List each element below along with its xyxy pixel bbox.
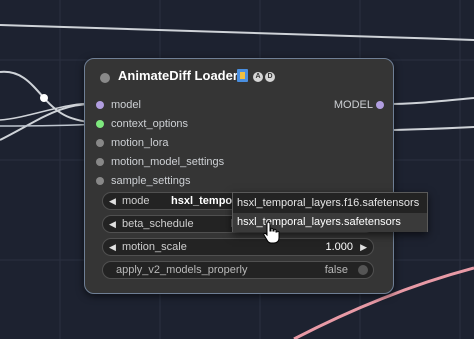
widget-label: beta_schedule bbox=[122, 218, 194, 230]
node-header[interactable]: AnimateDiff Loader A D bbox=[85, 59, 393, 93]
input-label: motion_model_settings bbox=[111, 156, 225, 168]
input-label: model bbox=[111, 99, 141, 111]
arrow-left-icon[interactable]: ◀ bbox=[109, 193, 116, 209]
slot-dot-icon[interactable] bbox=[96, 158, 104, 166]
slot-dot-icon[interactable] bbox=[96, 101, 104, 109]
node-title: AnimateDiff Loader bbox=[118, 68, 238, 83]
output-slot-model[interactable]: MODEL bbox=[253, 97, 393, 113]
motion-scale-number[interactable]: ◀ motion_scale 1.000 ▶ bbox=[102, 238, 374, 256]
collapse-toggle[interactable] bbox=[100, 73, 110, 83]
widget-label: motion_scale bbox=[122, 241, 187, 253]
widget-value: 1.000 bbox=[325, 241, 353, 253]
slot-dot-icon[interactable] bbox=[376, 101, 384, 109]
badge-d-icon: D bbox=[265, 72, 275, 82]
hand-pointer-cursor-icon bbox=[263, 221, 280, 244]
output-label: MODEL bbox=[333, 99, 373, 111]
widget-label: mode bbox=[122, 195, 150, 207]
slot-dot-icon[interactable] bbox=[96, 139, 104, 147]
animatediff-loader-node[interactable]: AnimateDiff Loader A D model context_opt… bbox=[84, 58, 394, 294]
arrow-left-icon[interactable]: ◀ bbox=[109, 239, 116, 255]
widget-label: apply_v2_models_properly bbox=[116, 264, 248, 276]
toggle-knob-icon[interactable] bbox=[358, 265, 368, 275]
apply-v2-models-toggle[interactable]: apply_v2_models_properly false bbox=[102, 261, 374, 279]
input-label: sample_settings bbox=[111, 175, 191, 187]
slot-dot-icon[interactable] bbox=[96, 177, 104, 185]
slot-dot-icon[interactable] bbox=[96, 120, 104, 128]
link-reroute-dot bbox=[40, 94, 48, 102]
film-icon bbox=[237, 69, 248, 82]
arrow-left-icon[interactable]: ◀ bbox=[109, 216, 116, 232]
arrow-right-icon[interactable]: ▶ bbox=[360, 239, 367, 255]
input-label: motion_lora bbox=[111, 137, 169, 149]
dropdown-option[interactable]: hsxl_temporal_layers.f16.safetensors bbox=[233, 194, 427, 213]
input-label: context_options bbox=[111, 118, 189, 130]
badge-a-icon: A bbox=[253, 72, 263, 82]
widget-value: false bbox=[324, 264, 348, 276]
